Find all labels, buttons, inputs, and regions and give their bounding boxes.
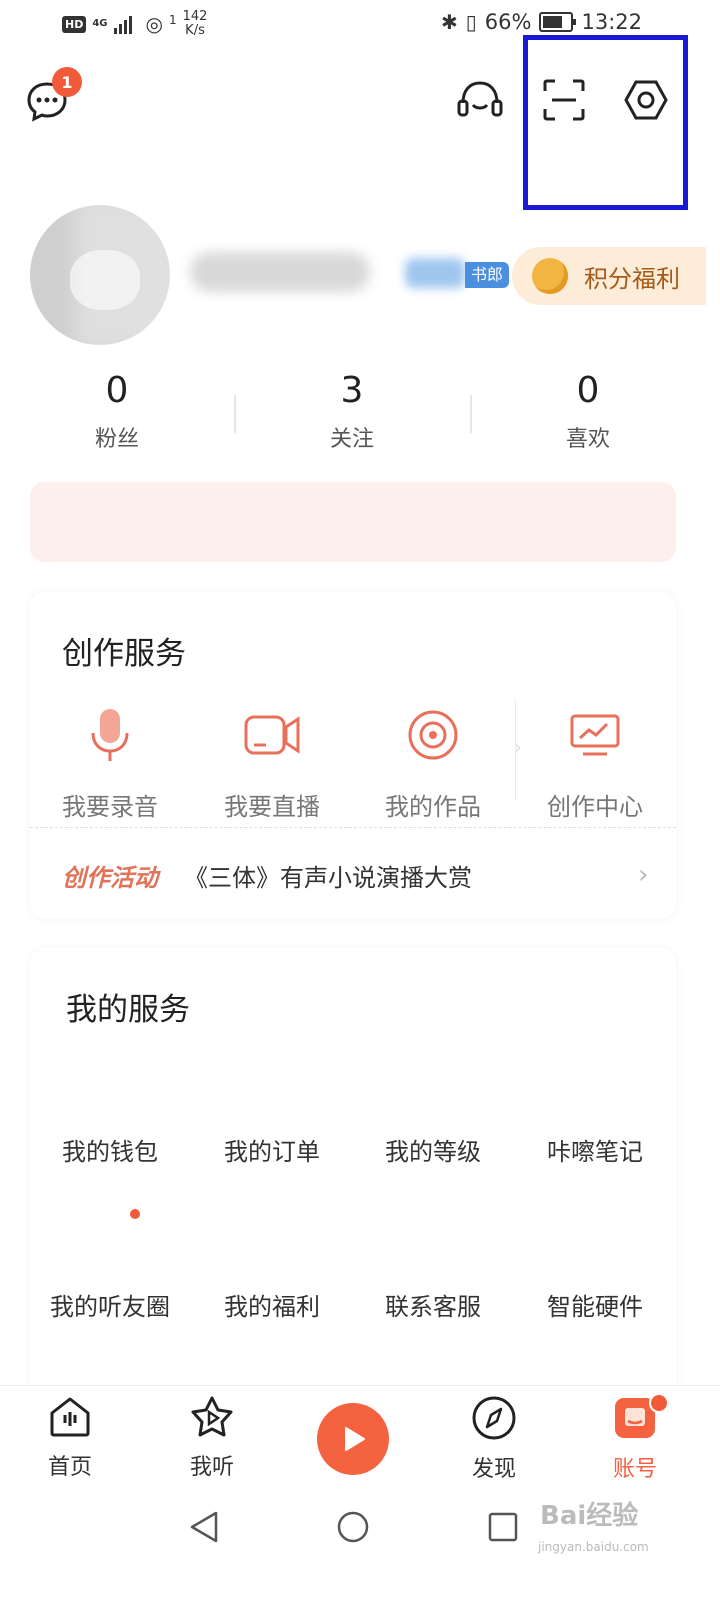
stat-following[interactable]: 3 关注 (262, 370, 442, 453)
user-tag-blurred (405, 258, 465, 288)
headset-icon (457, 81, 503, 117)
account-badge-dot (649, 1393, 669, 1413)
record-button[interactable]: 我要录音 (30, 707, 190, 822)
watermark: Bai经验 (540, 1501, 639, 1531)
orders-button[interactable]: 我的订单 (192, 1132, 352, 1167)
activity-title: 《三体》有声小说演播大赏 (184, 864, 472, 892)
divider (234, 395, 236, 433)
creation-center-button[interactable]: 创作中心 (515, 707, 675, 822)
wifi-sub: 1 (168, 13, 177, 27)
message-badge: 1 (52, 67, 82, 97)
my-services-title: 我的服务 (66, 992, 190, 1028)
stat-likes[interactable]: 0 喜欢 (498, 370, 678, 453)
points-benefit-label: 积分福利 (584, 264, 680, 293)
creation-services-title: 创作服务 (62, 636, 186, 672)
nav-listen[interactable]: 我听 (162, 1395, 262, 1481)
clock: 13:22 (581, 10, 642, 34)
microphone-icon (91, 709, 129, 761)
hd-icon: HD (62, 15, 87, 33)
highlight-box (523, 35, 688, 210)
recents-icon[interactable] (487, 1511, 519, 1543)
vibrate-icon: ▯ (465, 10, 477, 34)
watermark-url: jingyan.baidu.com (538, 1540, 649, 1554)
username-blurred (190, 252, 370, 292)
signal-icon (113, 14, 132, 34)
notes-button[interactable]: 咔嚓笔记 (515, 1132, 675, 1167)
nav-account[interactable]: 账号 (585, 1395, 685, 1483)
network-speed: 142 K/s (182, 9, 208, 38)
coin-icon (532, 258, 568, 294)
back-icon[interactable] (188, 1510, 220, 1544)
network-type: 4G (92, 18, 108, 29)
battery-percent: 66% (484, 10, 532, 34)
live-button[interactable]: 我要直播 (192, 707, 352, 822)
battery-icon (539, 12, 577, 32)
contact-service-button[interactable]: 联系客服 (353, 1287, 513, 1322)
promo-banner[interactable] (30, 482, 676, 562)
nav-discover[interactable]: 发现 (444, 1395, 544, 1483)
customer-service-button[interactable] (455, 75, 505, 125)
bluetooth-icon: ✱ (441, 10, 458, 34)
user-level-tag: 书郎 (465, 262, 510, 288)
chevron-right-icon: › (638, 860, 649, 890)
stat-fans[interactable]: 0 粉丝 (27, 370, 207, 453)
wifi-icon: ◎ (145, 12, 163, 36)
activity-tag: 创作活动 (62, 864, 158, 892)
play-icon (345, 1427, 365, 1451)
star-play-icon (191, 1396, 233, 1437)
smart-hardware-button[interactable]: 智能硬件 (515, 1287, 675, 1322)
divider (470, 395, 472, 433)
nav-home[interactable]: 首页 (20, 1395, 120, 1481)
compass-icon (472, 1396, 516, 1440)
monitor-chart-icon (570, 714, 620, 756)
wallet-button[interactable]: 我的钱包 (30, 1132, 190, 1167)
my-works-button[interactable]: 我的作品 (353, 707, 513, 822)
play-button[interactable] (317, 1403, 389, 1475)
home-icon (50, 1397, 90, 1437)
video-camera-icon (244, 715, 300, 755)
friends-circle-button[interactable]: 我的听友圈 (30, 1287, 190, 1322)
creation-activity-row[interactable]: 创作活动 《三体》有声小说演播大赏 (62, 858, 472, 893)
points-benefit-button[interactable]: 积分福利 (512, 247, 706, 305)
notification-dot (130, 1209, 140, 1219)
level-button[interactable]: 我的等级 (353, 1132, 513, 1167)
divider (30, 827, 676, 828)
home-circle-icon[interactable] (336, 1510, 370, 1544)
benefits-button[interactable]: 我的福利 (192, 1287, 352, 1322)
disc-icon (408, 710, 458, 760)
